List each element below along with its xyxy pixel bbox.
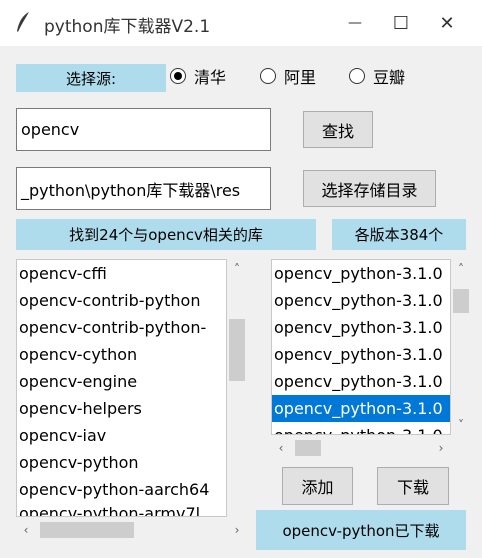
storage-path-field[interactable]: _python\python库下载器\res (16, 167, 271, 210)
list-item[interactable]: opencv_python-3.1.0 (272, 422, 450, 434)
maximize-button[interactable]: ☐ (378, 0, 424, 46)
chevron-down-icon[interactable]: ˅ (451, 415, 471, 435)
list-item[interactable]: opencv-python-armv7l (17, 503, 226, 516)
version-horizontal-scrollbar[interactable]: ‹ › (271, 437, 451, 459)
package-listbox[interactable]: opencv-cffi opencv-contrib-python opencv… (16, 259, 227, 517)
add-button[interactable]: 添加 (282, 467, 353, 505)
close-icon: ✕ (439, 12, 455, 34)
choose-directory-button[interactable]: 选择存储目录 (303, 170, 436, 207)
scroll-thumb[interactable] (229, 319, 245, 381)
list-item-selected[interactable]: opencv_python-3.1.0 (272, 395, 450, 422)
version-listbox[interactable]: opencv_python-3.1.0 opencv_python-3.1.0 … (271, 259, 451, 435)
list-item[interactable]: opencv-cython (17, 341, 226, 368)
radio-button[interactable] (260, 68, 276, 84)
list-item[interactable]: opencv_python-3.1.0 (272, 368, 450, 395)
radio-button[interactable] (349, 68, 365, 84)
list-item[interactable]: opencv_python-3.1.0 (272, 287, 450, 314)
chevron-left-icon[interactable]: ‹ (271, 437, 291, 459)
chevron-right-icon[interactable]: › (227, 519, 247, 541)
scroll-thumb[interactable] (40, 522, 134, 538)
radio-button[interactable] (170, 68, 186, 84)
search-input[interactable]: opencv (16, 108, 271, 151)
window-title: python库下载器V2.1 (44, 17, 211, 37)
list-item[interactable]: opencv-contrib-python- (17, 314, 226, 341)
list-item[interactable]: opencv-engine (17, 368, 226, 395)
list-item[interactable]: opencv-python-aarch64 (17, 476, 226, 503)
radio-douban[interactable]: 豆瓣 (349, 64, 405, 88)
minimize-button[interactable]: — (332, 0, 378, 46)
close-button[interactable]: ✕ (424, 0, 470, 46)
version-vertical-scrollbar[interactable]: ˄ ˅ (451, 259, 471, 435)
chevron-up-icon[interactable]: ˄ (451, 259, 471, 279)
list-item[interactable]: opencv-python (17, 449, 226, 476)
radio-tsinghua[interactable]: 清华 (170, 64, 226, 88)
version-count-label: 各版本384个 (332, 219, 466, 250)
list-item[interactable]: opencv_python-3.1.0 (272, 314, 450, 341)
title-bar: python库下载器V2.1 — ☐ ✕ (0, 0, 482, 46)
chevron-left-icon[interactable]: ‹ (16, 519, 36, 541)
source-label: 选择源: (16, 64, 166, 92)
chevron-right-icon[interactable]: › (431, 437, 451, 459)
found-count-label: 找到24个与opencv相关的库 (16, 219, 316, 250)
radio-label: 清华 (194, 68, 227, 87)
feather-icon (17, 12, 29, 32)
chevron-up-icon[interactable]: ˄ (227, 259, 247, 279)
maximize-icon: ☐ (392, 12, 410, 34)
radio-label: 豆瓣 (373, 68, 406, 87)
status-label: opencv-python已下载 (256, 510, 466, 550)
radio-aliyun[interactable]: 阿里 (260, 64, 316, 88)
scroll-thumb[interactable] (453, 289, 469, 313)
list-item[interactable]: opencv_python-3.1.0 (272, 260, 450, 287)
list-item[interactable]: opencv_python-3.1.0 (272, 341, 450, 368)
list-item[interactable]: opencv-contrib-python (17, 287, 226, 314)
scroll-thumb[interactable] (295, 440, 321, 456)
download-button[interactable]: 下载 (377, 467, 449, 505)
list-item[interactable]: opencv-helpers (17, 395, 226, 422)
list-item[interactable]: opencv-cffi (17, 260, 226, 287)
list-item[interactable]: opencv-iav (17, 422, 226, 449)
search-button[interactable]: 查找 (303, 111, 373, 148)
radio-label: 阿里 (284, 68, 317, 87)
minimize-icon: — (348, 15, 362, 31)
package-vertical-scrollbar[interactable]: ˄ (227, 259, 247, 517)
package-horizontal-scrollbar[interactable]: ‹ › (16, 519, 247, 541)
